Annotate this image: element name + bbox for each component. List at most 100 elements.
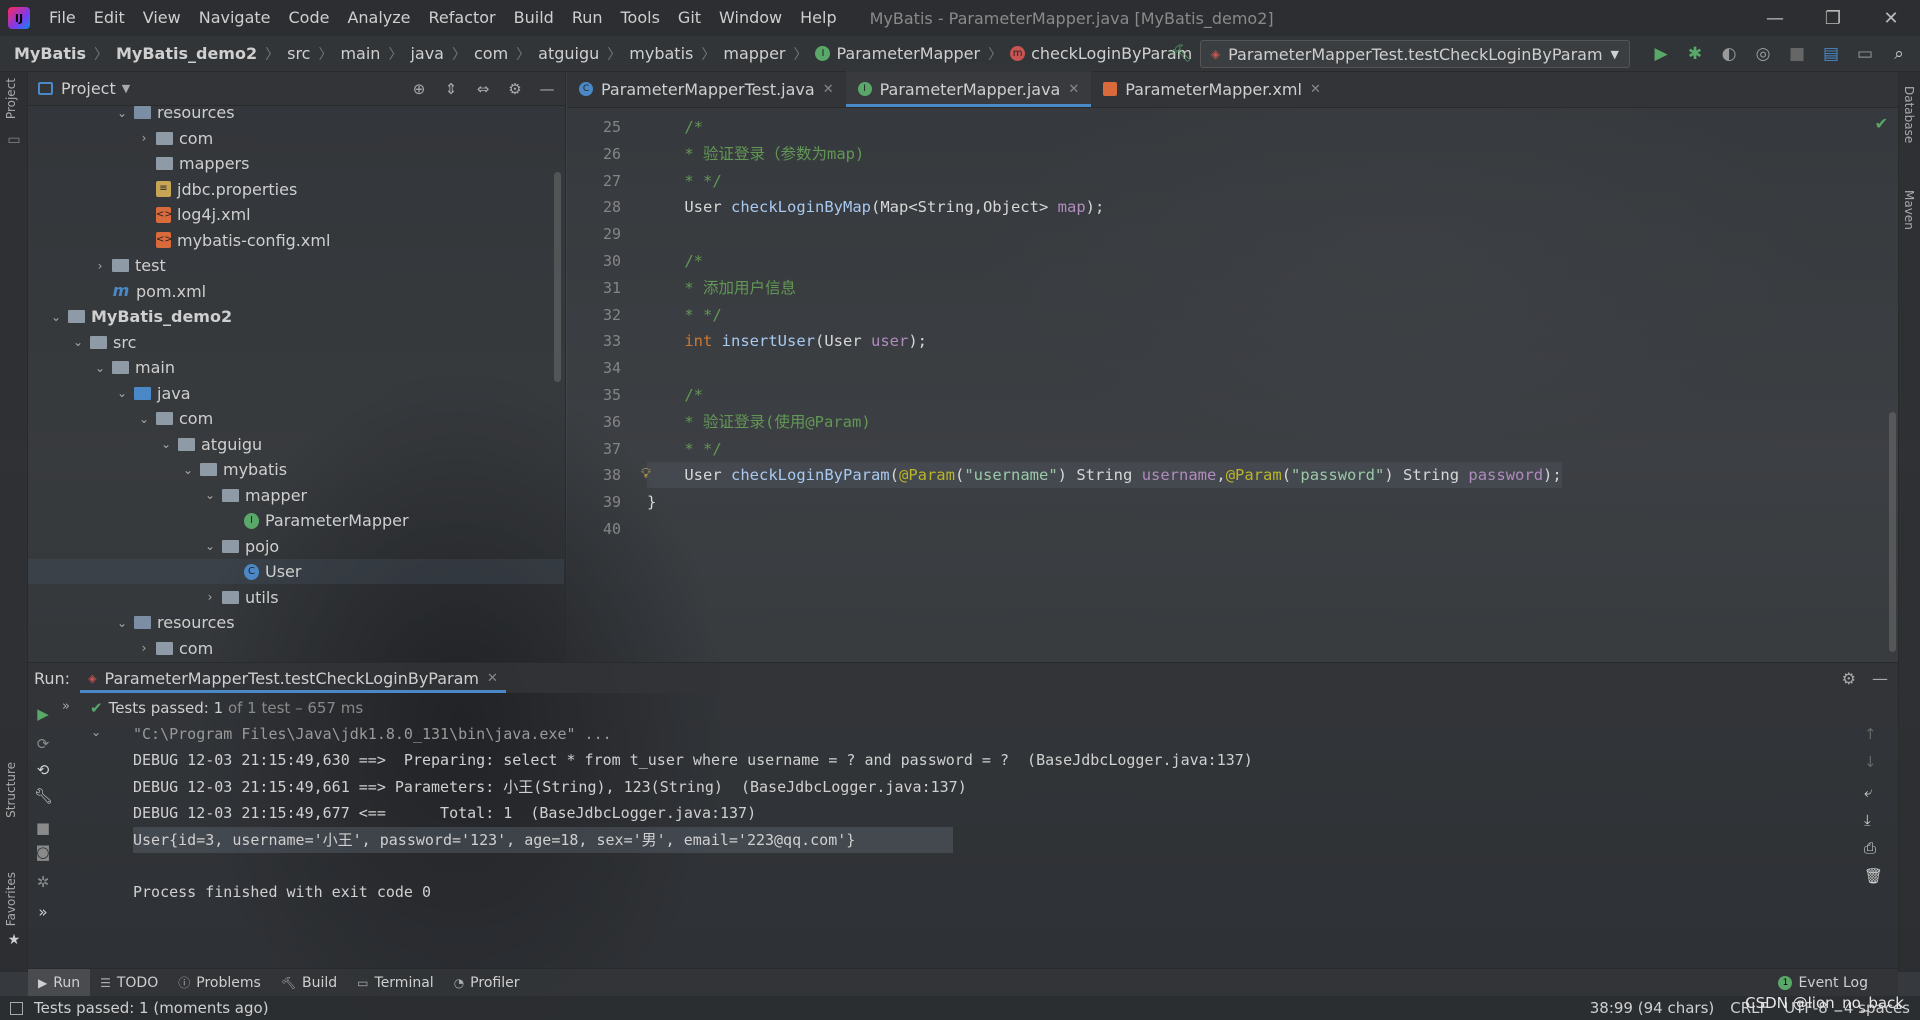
gear-icon[interactable]: ⚙	[503, 77, 527, 101]
print-icon[interactable]: ⎙	[1864, 839, 1876, 857]
breadcrumb-item[interactable]: mybatis	[629, 44, 693, 63]
build-hammer-icon[interactable]: 🔨︎	[1166, 39, 1196, 69]
chevron-down-icon[interactable]: ⌄	[180, 463, 196, 477]
editor-tab[interactable]: I ParameterMapper.java ✕	[845, 71, 1092, 107]
tool-tab-terminal[interactable]: ▭ Terminal	[347, 969, 444, 997]
caret-position[interactable]: 38:99 (94 chars)	[1590, 999, 1714, 1017]
search-icon[interactable]: ⌕	[1884, 39, 1914, 69]
tree-item[interactable]: › utils	[28, 585, 279, 610]
breadcrumb-item[interactable]: java	[410, 44, 444, 63]
tree-item[interactable]: m pom.xml	[28, 279, 206, 304]
tool-tab-todo[interactable]: ☰ TODO	[90, 969, 168, 997]
project-structure-icon[interactable]: ▤	[1816, 39, 1846, 69]
debug-icon[interactable]: ✱	[1680, 39, 1710, 69]
code-line[interactable]: /*	[647, 114, 703, 140]
tree-item[interactable]: ⌄ mybatis	[28, 457, 287, 482]
structure-tool-tab[interactable]: Structure	[4, 762, 18, 818]
up-arrow-icon[interactable]: ↑	[1864, 725, 1877, 743]
restore-icon[interactable]: ❐	[1804, 0, 1862, 36]
hide-icon[interactable]: —	[1872, 669, 1888, 688]
tool-tab-profiler[interactable]: ◔ Profiler	[444, 969, 530, 997]
chevron-down-icon[interactable]: ⌄	[202, 539, 218, 553]
breadcrumb-item[interactable]: MyBatis	[14, 44, 86, 63]
scrollbar[interactable]	[1889, 412, 1896, 652]
gear-icon[interactable]: ⚙	[1842, 669, 1856, 688]
stop-icon[interactable]: ■	[1782, 39, 1812, 69]
chevron-down-icon[interactable]: ⌄	[92, 361, 108, 375]
trash-icon[interactable]: 🗑︎	[1864, 867, 1883, 885]
code-line[interactable]: * 添加用户信息	[647, 275, 796, 301]
menu-item-help[interactable]: Help	[791, 0, 845, 36]
lightbulb-icon[interactable]: 💡︎	[641, 466, 651, 482]
close-icon[interactable]: ✕	[487, 671, 498, 686]
event-log-button[interactable]: 1 Event Log	[1778, 969, 1868, 997]
code-view[interactable]: /* * 验证登录（参数为map) * */ User checkLoginBy…	[647, 108, 1858, 662]
status-message[interactable]: Tests passed: 1 (moments ago)	[34, 999, 269, 1017]
chevron-down-icon[interactable]: ⌄	[114, 386, 130, 400]
menu-item-refactor[interactable]: Refactor	[420, 0, 505, 36]
presentation-icon[interactable]: ▭	[1850, 39, 1880, 69]
wrench-icon[interactable]: 🔧︎	[34, 787, 53, 805]
breadcrumb-item[interactable]: atguigu	[538, 44, 599, 63]
chevron-right-icon[interactable]: ›	[92, 259, 108, 273]
tree-item[interactable]: ⌄ atguigu	[28, 432, 262, 457]
tool-tab-run[interactable]: ▶ Run	[28, 968, 91, 997]
chevron-right-icon[interactable]: ›	[136, 131, 152, 145]
tree-item[interactable]: mappers	[28, 151, 249, 176]
stop-icon[interactable]: ■	[34, 819, 52, 837]
close-icon[interactable]: ✕	[1862, 0, 1920, 36]
code-line[interactable]: /*	[647, 382, 703, 408]
menu-item-analyze[interactable]: Analyze	[338, 0, 419, 36]
tree-item[interactable]: › com	[28, 126, 214, 151]
breadcrumb-item[interactable]: src	[287, 44, 310, 63]
editor-tab[interactable]: C ParameterMapperTest.java ✕	[567, 71, 846, 107]
chevron-down-icon[interactable]: ▼	[122, 82, 130, 95]
breadcrumb-item[interactable]: mapper	[723, 44, 785, 63]
tree-item[interactable]: ⌄ pojo	[28, 534, 279, 559]
tree-item[interactable]: › test	[28, 253, 166, 278]
hide-icon[interactable]: —	[535, 77, 559, 101]
tree-item[interactable]: ⌄ MyBatis_demo2	[28, 304, 232, 329]
status-toggle-icon[interactable]	[10, 1001, 23, 1015]
code-line[interactable]: /*	[647, 248, 703, 274]
run-config-selector[interactable]: ◈ ParameterMapperTest.testCheckLoginByPa…	[1199, 40, 1630, 68]
chevron-right-icon[interactable]: ›	[202, 590, 218, 604]
expand-all-icon[interactable]: ⇕	[439, 77, 463, 101]
coverage-icon[interactable]: ◐	[1714, 39, 1744, 69]
tree-item[interactable]: ⌄ com	[28, 406, 213, 431]
menu-item-edit[interactable]: Edit	[85, 0, 134, 36]
chevron-down-icon[interactable]: ⌄	[91, 725, 101, 739]
menu-item-file[interactable]: File	[40, 0, 85, 36]
bug-icon[interactable]: ✲	[34, 873, 52, 891]
project-view-selector[interactable]: Project	[61, 79, 116, 98]
rerun-icon[interactable]: ▶	[34, 705, 52, 723]
chevron-down-icon[interactable]: ⌄	[70, 335, 86, 349]
code-line[interactable]: int insertUser(User user);	[647, 328, 927, 354]
tree-item[interactable]: C User	[28, 559, 564, 584]
code-line[interactable]: * */	[647, 436, 721, 462]
maven-tool-tab[interactable]: Maven	[1902, 190, 1916, 230]
editor-tab[interactable]: ParameterMapper.xml ✕	[1091, 71, 1333, 107]
tree-item[interactable]: ⌄ resources	[28, 106, 235, 125]
menu-item-navigate[interactable]: Navigate	[190, 0, 280, 36]
tree-item[interactable]: I ParameterMapper	[28, 508, 409, 533]
chevron-down-icon[interactable]: ⌄	[114, 616, 130, 630]
menu-item-view[interactable]: View	[134, 0, 190, 36]
code-line[interactable]: * 验证登录(使用@Param)	[647, 409, 870, 435]
tree-item[interactable]: ⌄ src	[28, 330, 136, 355]
tree-item[interactable]: <> log4j.xml	[28, 202, 251, 227]
tool-tab-problems[interactable]: ⓘ Problems	[168, 969, 271, 997]
tree-item[interactable]: ⌄ main	[28, 355, 175, 380]
chevron-down-icon[interactable]: ⌄	[158, 437, 174, 451]
locate-icon[interactable]: ⊕	[407, 77, 431, 101]
code-line[interactable]: * */	[647, 168, 721, 194]
scrollbar[interactable]	[554, 172, 561, 382]
collapse-all-icon[interactable]: ⇔	[471, 77, 495, 101]
down-arrow-icon[interactable]: ↓	[1864, 753, 1877, 771]
chevron-down-icon[interactable]: ⌄	[136, 412, 152, 426]
code-line[interactable]: * 验证登录（参数为map)	[647, 141, 864, 167]
tree-item[interactable]: <> mybatis-config.xml	[28, 228, 330, 253]
close-icon[interactable]: ✕	[823, 82, 834, 97]
chevron-down-icon[interactable]: ⌄	[48, 310, 64, 324]
rerun-failed-icon[interactable]: ⟳	[34, 735, 52, 753]
